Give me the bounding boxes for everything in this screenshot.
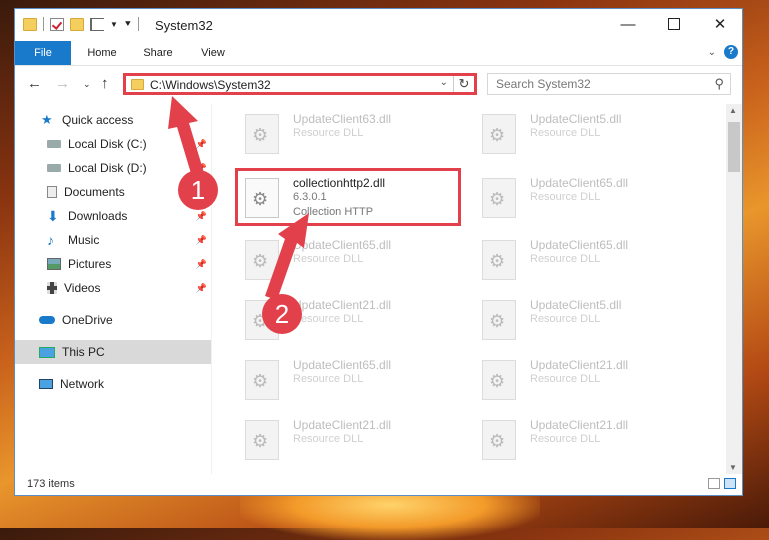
step-badge-2: 2 bbox=[262, 294, 302, 334]
annotation-arrows bbox=[168, 96, 309, 300]
step-badge-1: 1 bbox=[178, 170, 218, 210]
arrow-2-icon bbox=[265, 213, 309, 300]
arrow-1-icon bbox=[168, 96, 205, 180]
